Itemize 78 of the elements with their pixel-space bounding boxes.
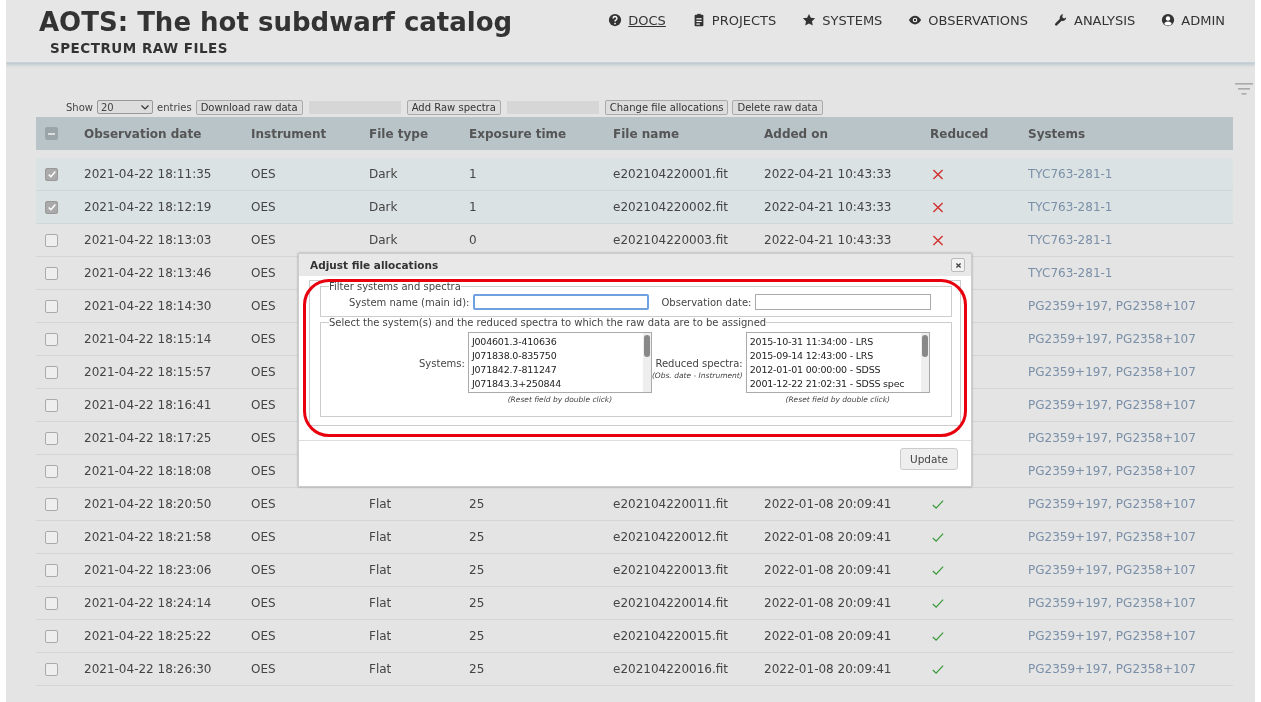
table-cell: 2021-04-22 18:15:57 xyxy=(84,365,212,379)
table-cell: 2021-04-22 18:25:22 xyxy=(84,629,212,643)
table-cell: OES xyxy=(251,596,276,610)
table-cell: e202104220016.fit xyxy=(613,662,729,676)
field-label: System name (main id): xyxy=(349,296,470,308)
table-cell: e202104220013.fit xyxy=(613,563,729,577)
table-cell: e202104220011.fit xyxy=(613,497,729,511)
table-cell: OES xyxy=(251,266,276,280)
table-cell: OES xyxy=(251,530,276,544)
table-cell: 1 xyxy=(469,200,477,214)
table-cell: Flat xyxy=(369,662,392,676)
table-cell: 2021-04-22 18:24:14 xyxy=(84,596,212,610)
table-cell: 2022-01-08 20:09:41 xyxy=(764,596,892,610)
table-cell: 2021-04-22 18:13:03 xyxy=(84,233,212,247)
table-cell: 2022-01-08 20:09:41 xyxy=(764,662,892,676)
table-cell: 2021-04-22 18:16:41 xyxy=(84,398,212,412)
table-cell: 2021-04-22 18:12:19 xyxy=(84,200,212,214)
table-cell: e202104220015.fit xyxy=(613,629,729,643)
table-cell: Flat xyxy=(369,563,392,577)
table-cell: 2021-04-22 18:17:25 xyxy=(84,431,212,445)
table-cell: 0 xyxy=(469,233,477,247)
table-cell: OES xyxy=(251,233,276,247)
table-cell: 2021-04-22 18:11:35 xyxy=(84,167,212,181)
page-subtitle: SPECTRUM RAW FILES xyxy=(50,40,230,56)
table-cell: Flat xyxy=(369,596,392,610)
table-cell: 2022-01-08 20:09:41 xyxy=(764,629,892,643)
table-cell: 2022-04-21 10:43:33 xyxy=(764,233,892,247)
table-cell: Dark xyxy=(369,200,398,214)
site-title: AOTS: The hot subdwarf catalog xyxy=(39,6,513,38)
field-label: Observation date: xyxy=(661,296,752,308)
entries-label: entries xyxy=(157,101,192,113)
table-cell: OES xyxy=(251,332,276,346)
table-cell: OES xyxy=(251,365,276,379)
group-legend: Filter systems and spectra xyxy=(329,281,461,292)
table-cell: 2021-04-22 18:20:50 xyxy=(84,497,212,511)
table-cell: 2021-04-22 18:15:14 xyxy=(84,332,212,346)
table-cell: 2022-01-08 20:09:41 xyxy=(764,497,892,511)
table-cell: OES xyxy=(251,464,276,478)
table-cell: e202104220012.fit xyxy=(613,530,729,544)
table-cell: OES xyxy=(251,662,276,676)
field-label: Reduced spectra: xyxy=(655,358,743,369)
table-cell: OES xyxy=(251,563,276,577)
field-label: Systems: xyxy=(419,358,465,369)
table-cell: 2021-04-22 18:23:06 xyxy=(84,563,212,577)
table-cell: 25 xyxy=(469,629,485,643)
dialog-title: Adjust file allocations xyxy=(310,259,439,271)
table-cell: Flat xyxy=(369,530,392,544)
table-cell: 2022-01-08 20:09:41 xyxy=(764,563,892,577)
table-cell: 25 xyxy=(469,662,485,676)
table-cell: OES xyxy=(251,167,276,181)
table-cell: OES xyxy=(251,200,276,214)
table-cell: e202104220002.fit xyxy=(613,200,729,214)
table-cell: OES xyxy=(251,299,276,313)
table-cell: 2022-01-08 20:09:41 xyxy=(764,530,892,544)
table-cell: 2021-04-22 18:18:08 xyxy=(84,464,212,478)
table-cell: e202104220001.fit xyxy=(613,167,729,181)
table-cell: Flat xyxy=(369,629,392,643)
table-cell: 2021-04-22 18:13:46 xyxy=(84,266,212,280)
table-cell: 25 xyxy=(469,596,485,610)
table-cell: 25 xyxy=(469,563,485,577)
table-cell: e202104220014.fit xyxy=(613,596,729,610)
table-cell: 1 xyxy=(469,167,477,181)
table-cell: OES xyxy=(251,398,276,412)
table-cell: Flat xyxy=(369,497,392,511)
table-cell: 2021-04-22 18:14:30 xyxy=(84,299,212,313)
table-cell: 25 xyxy=(469,497,485,511)
show-label: Show xyxy=(66,101,93,113)
table-cell: 2022-04-21 10:43:33 xyxy=(764,167,892,181)
table-cell: Dark xyxy=(369,233,398,247)
table-cell: 2021-04-22 18:26:30 xyxy=(84,662,212,676)
table-cell: OES xyxy=(251,497,276,511)
table-cell: OES xyxy=(251,629,276,643)
table-cell: 25 xyxy=(469,530,485,544)
table-cell: Dark xyxy=(369,167,398,181)
table-cell: 2022-04-21 10:43:33 xyxy=(764,200,892,214)
table-cell: 2021-04-22 18:21:58 xyxy=(84,530,212,544)
table-cell: e202104220003.fit xyxy=(613,233,729,247)
table-cell: OES xyxy=(251,431,276,445)
